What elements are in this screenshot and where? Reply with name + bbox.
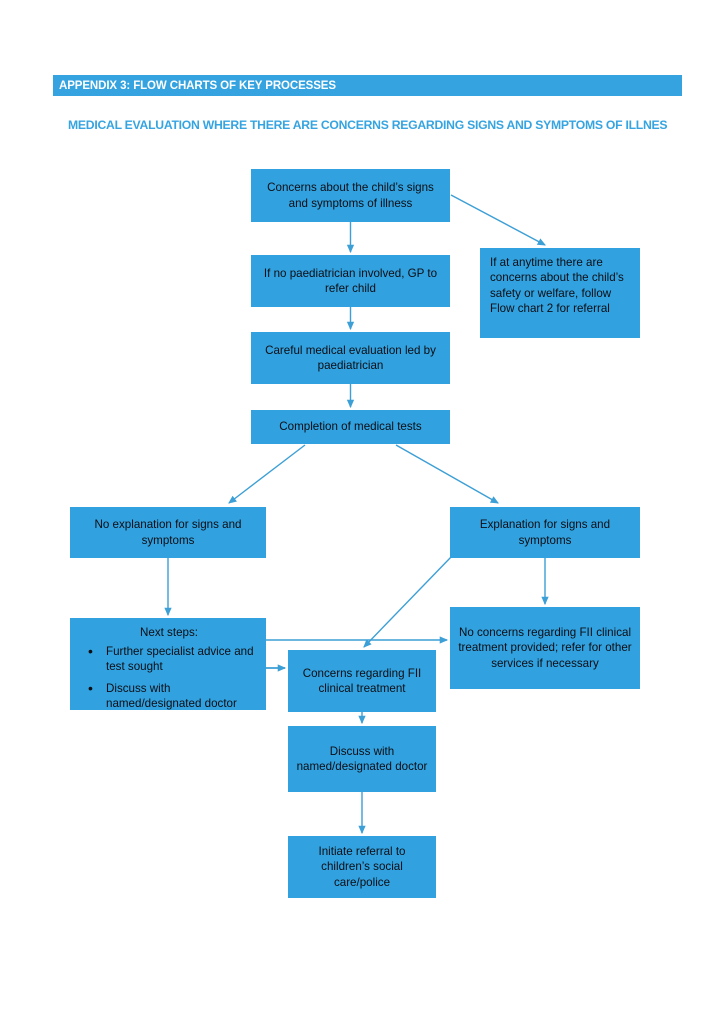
- node-no-concerns-regarding-fii: No concerns regarding FII clinical treat…: [450, 607, 640, 689]
- node-text: Discuss with named/designated doctor: [296, 744, 428, 773]
- edge-completion-to-no-explanation: [228, 444, 306, 504]
- bullet-item: Discuss with named/designated doctor: [84, 680, 262, 711]
- node-text: If at anytime there are concerns about t…: [490, 256, 624, 315]
- node-text: Initiate referral to children’s social c…: [318, 845, 406, 889]
- node-explanation-signs-symptoms: Explanation for signs and symptoms: [450, 507, 640, 558]
- node-text: No explanation for signs and symptoms: [94, 518, 242, 547]
- bullet-item: Further specialist advice and test sough…: [84, 643, 262, 674]
- node-gp-refer-child: If no paediatrician involved, GP to refe…: [251, 255, 450, 307]
- node-text: Explanation for signs and symptoms: [479, 518, 611, 547]
- document-page: APPENDIX 3: FLOW CHARTS OF KEY PROCESSES…: [0, 0, 724, 1024]
- node-concerns-regarding-fii: Concerns regarding FII clinical treatmen…: [288, 650, 436, 712]
- node-text: No concerns regarding FII clinical treat…: [458, 626, 632, 670]
- flowchart-subtitle: MEDICAL EVALUATION WHERE THERE ARE CONCE…: [68, 118, 668, 132]
- appendix-header-title: APPENDIX 3: FLOW CHARTS OF KEY PROCESSES: [59, 79, 336, 92]
- node-anytime-concerns-safety: If at anytime there are concerns about t…: [480, 248, 640, 338]
- next-steps-bullet-list: Further specialist advice and test sough…: [80, 643, 262, 711]
- edge-concerns-to-anytime: [450, 194, 546, 246]
- node-text: Completion of medical tests: [279, 420, 422, 434]
- node-concerns-about-child: Concerns about the child’s signs and sym…: [251, 169, 450, 222]
- node-text: If no paediatrician involved, GP to refe…: [263, 266, 438, 295]
- node-discuss-named-designated-doctor: Discuss with named/designated doctor: [288, 726, 436, 792]
- edge-explanation-to-concerns-fii: [363, 555, 453, 648]
- appendix-header-band: APPENDIX 3: FLOW CHARTS OF KEY PROCESSES: [53, 75, 682, 96]
- node-completion-of-medical-tests: Completion of medical tests: [251, 410, 450, 444]
- node-next-steps: Next steps: Further specialist advice an…: [70, 618, 266, 710]
- node-heading: Next steps:: [140, 626, 198, 639]
- node-careful-medical-evaluation: Careful medical evaluation led by paedia…: [251, 332, 450, 384]
- node-text: Concerns about the child’s signs and sym…: [267, 181, 434, 210]
- node-text: Careful medical evaluation led by paedia…: [265, 343, 436, 372]
- node-initiate-referral: Initiate referral to children’s social c…: [288, 836, 436, 898]
- edge-completion-to-explanation: [395, 444, 499, 504]
- node-no-explanation-signs-symptoms: No explanation for signs and symptoms: [70, 507, 266, 558]
- node-text: Concerns regarding FII clinical treatmen…: [302, 666, 422, 695]
